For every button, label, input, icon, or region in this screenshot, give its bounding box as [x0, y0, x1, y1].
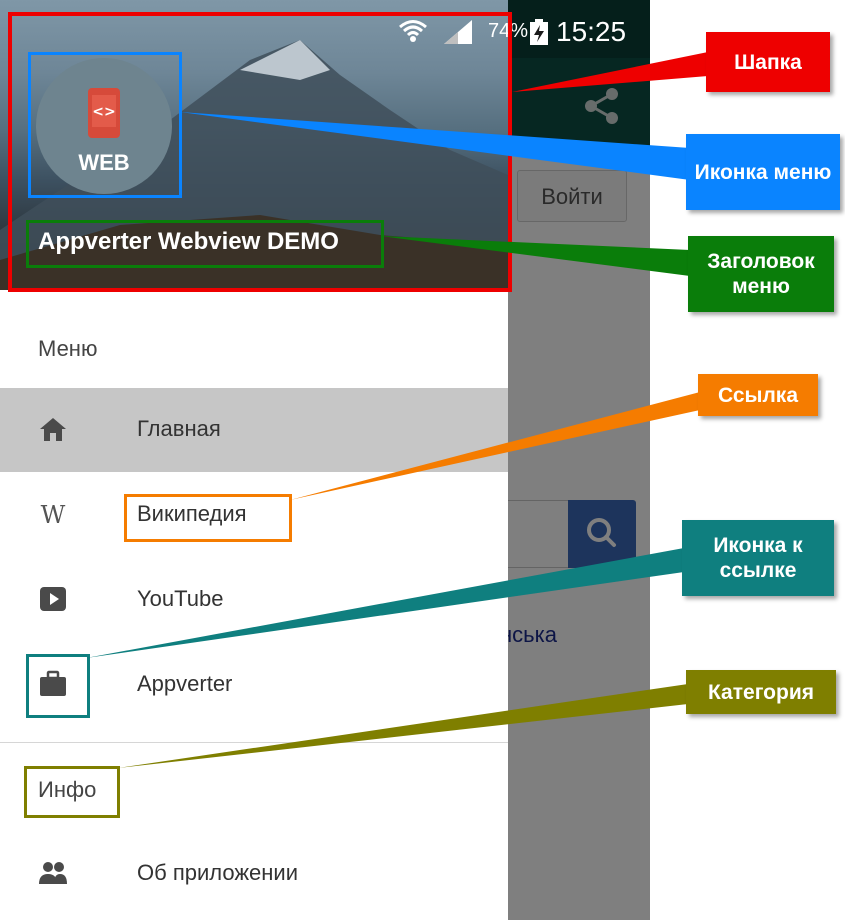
callout-menu-icon: Иконка меню	[686, 134, 840, 210]
callout-header: Шапка	[706, 32, 830, 92]
callout-category: Категория	[686, 670, 836, 714]
callout-link: Ссылка	[698, 374, 818, 416]
callout-menu-title: Заголовок меню	[688, 236, 834, 312]
callout-link-icon: Иконка к ссылке	[682, 520, 834, 596]
